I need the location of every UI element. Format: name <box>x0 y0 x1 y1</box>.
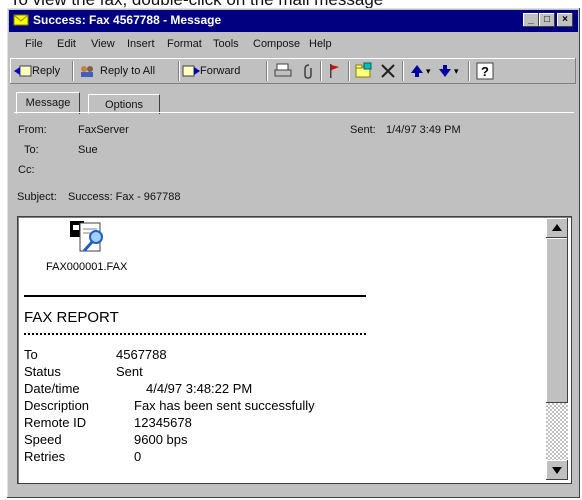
menu-compose[interactable]: Compose <box>253 38 300 50</box>
svg-text:?: ? <box>481 64 489 79</box>
scroll-up-arrow-icon <box>552 224 562 231</box>
help-icon[interactable]: ? <box>476 62 494 80</box>
tab-divider <box>14 112 574 113</box>
maximize-button[interactable]: □ <box>539 13 555 27</box>
minimize-button[interactable]: _ <box>523 13 539 27</box>
envelope-icon <box>13 14 29 26</box>
report-row-value: Fax has been sent successfully <box>134 398 315 413</box>
sent-label: Sent: <box>350 124 376 136</box>
flag-icon[interactable] <box>328 63 340 79</box>
report-row-value: 4/4/97 3:48:22 PM <box>146 381 253 396</box>
menu-tools[interactable]: Tools <box>213 38 239 50</box>
title-bar[interactable]: Success: Fax 4567788 - Message _ □ × <box>9 10 578 32</box>
report-row-label: Remote ID <box>24 415 87 430</box>
report-row-value: 4567788 <box>116 347 167 362</box>
next-dropdown-icon[interactable]: ▾ <box>454 66 459 77</box>
close-button[interactable]: × <box>557 13 573 27</box>
menu-view[interactable]: View <box>91 38 115 50</box>
message-body[interactable]: FAX000001.FAX FAX REPORT To 4567788 Stat… <box>17 216 572 484</box>
report-row-label: Speed <box>24 432 62 447</box>
menu-edit[interactable]: Edit <box>57 38 76 50</box>
forward-button[interactable]: Forward <box>182 61 240 81</box>
sent-value: 1/4/97 3:49 PM <box>386 124 461 136</box>
reply-button[interactable]: Reply <box>14 61 60 81</box>
tab-options[interactable]: Options <box>88 94 160 114</box>
scroll-track[interactable] <box>546 403 568 460</box>
menu-format[interactable]: Format <box>167 38 202 50</box>
report-row-label: To <box>24 347 38 362</box>
menu-bar: File Edit View Insert Format Tools Compo… <box>9 34 578 54</box>
report-title: FAX REPORT <box>24 309 119 326</box>
menu-insert[interactable]: Insert <box>127 38 155 50</box>
menu-help[interactable]: Help <box>309 38 332 50</box>
report-row-label: Retries <box>24 449 66 464</box>
from-value: FaxServer <box>78 124 129 136</box>
reply-icon <box>14 65 32 77</box>
scroll-thumb[interactable] <box>546 238 568 403</box>
report-row-label: Status <box>24 364 61 379</box>
reply-all-label: Reply to All <box>100 65 156 77</box>
delete-icon[interactable] <box>380 63 396 79</box>
menu-file[interactable]: File <box>25 38 43 50</box>
attach-icon[interactable] <box>302 63 314 79</box>
previous-dropdown-icon[interactable]: ▾ <box>426 66 431 77</box>
report-row-value: Sent <box>116 364 143 379</box>
to-label: To: <box>24 144 39 156</box>
attachment-name[interactable]: FAX000001.FAX <box>46 261 127 273</box>
reply-all-icon <box>81 66 93 78</box>
window-title: Success: Fax 4567788 - Message <box>33 13 222 27</box>
report-row-value: 9600 bps <box>134 432 188 447</box>
scroll-down-arrow-icon <box>552 467 562 474</box>
forward-label: Forward <box>200 65 241 77</box>
report-row-value: 0 <box>134 449 142 464</box>
fax-attachment-icon[interactable] <box>70 219 110 257</box>
next-item-icon[interactable] <box>438 64 452 78</box>
report-row-label: Date/time <box>24 381 80 396</box>
scroll-up-button[interactable] <box>546 218 568 238</box>
separator-line <box>24 295 366 297</box>
instruction-caption: To view the fax, double-click on the mai… <box>0 0 582 8</box>
to-value: Sue <box>78 144 98 156</box>
subject-label: Subject: <box>17 191 57 203</box>
vertical-scrollbar[interactable] <box>546 218 568 480</box>
from-label: From: <box>18 124 47 136</box>
forward-icon <box>182 65 200 77</box>
dotted-separator <box>24 333 366 335</box>
print-icon[interactable] <box>274 63 292 79</box>
toolbar: Reply Reply to All Forward ▾ ▾ ? <box>10 58 576 84</box>
previous-item-icon[interactable] <box>410 64 424 78</box>
move-to-folder-icon[interactable] <box>354 62 374 80</box>
reply-label: Reply <box>32 65 61 77</box>
report-row-value: 12345678 <box>134 415 192 430</box>
tab-message[interactable]: Message <box>16 92 80 114</box>
scroll-down-button[interactable] <box>546 460 568 480</box>
reply-all-button[interactable]: Reply to All <box>78 61 155 81</box>
report-row-label: Description <box>24 398 90 413</box>
cc-label: Cc: <box>18 164 35 176</box>
subject-value: Success: Fax - 967788 <box>68 191 181 203</box>
